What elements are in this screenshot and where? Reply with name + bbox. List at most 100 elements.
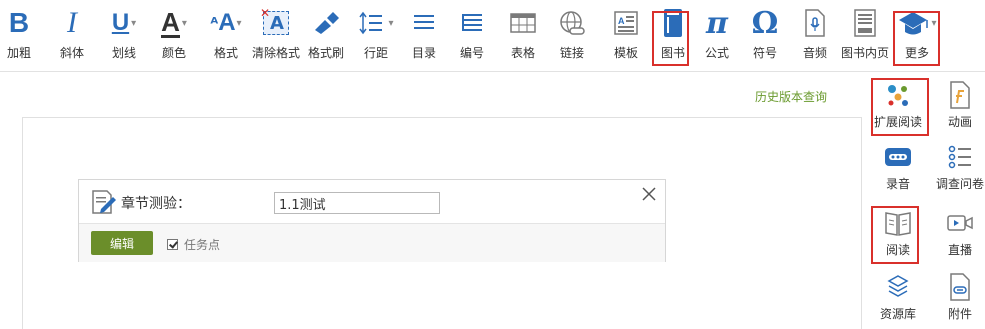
- formula-button[interactable]: π 公式: [697, 4, 737, 68]
- clear-format-icon: A ✕: [256, 4, 296, 42]
- dropdown-arrow-icon: ▾: [931, 17, 937, 29]
- line-spacing-button[interactable]: ▾ 行距: [356, 4, 396, 68]
- format-button[interactable]: ᴬ A ▾ 格式: [206, 4, 246, 68]
- close-icon[interactable]: [639, 184, 659, 204]
- quiz-name-input[interactable]: 1.1测试: [274, 192, 440, 214]
- audio-file-icon: [795, 4, 835, 42]
- more-label: 更多: [904, 46, 929, 60]
- bold-button[interactable]: B 加粗: [2, 4, 36, 68]
- history-versions-link[interactable]: 历史版本查询: [755, 88, 827, 105]
- recorder-icon: [878, 142, 918, 172]
- red-x-icon: ✕: [260, 6, 271, 20]
- numbering-label: 编号: [459, 46, 484, 60]
- recording-button[interactable]: 录音: [868, 142, 928, 192]
- book-inner-page-button[interactable]: 图书内页: [838, 4, 892, 68]
- dropdown-arrow-icon: ▾: [236, 17, 242, 29]
- omega-icon: Ω: [745, 4, 785, 42]
- toc-icon: [404, 4, 444, 42]
- symbol-label: 符号: [752, 46, 777, 60]
- toc-button[interactable]: 目录: [404, 4, 444, 68]
- line-spacing-icon: ▾: [356, 4, 396, 42]
- underline-button[interactable]: U ▾ 划线: [104, 4, 144, 68]
- font-color-label: 颜色: [161, 46, 186, 60]
- quiz-card-footer: 编辑 任务点: [79, 224, 665, 262]
- animation-file-icon: [940, 80, 980, 110]
- quiz-edit-icon: [92, 190, 116, 214]
- brush-icon: [306, 4, 346, 42]
- underline-glyph: U: [111, 9, 130, 36]
- recording-label: 录音: [885, 177, 910, 191]
- font-color-button[interactable]: A ▾ 颜色: [154, 4, 194, 68]
- dropdown-arrow-icon: ▾: [181, 17, 187, 29]
- italic-button[interactable]: I 斜体: [52, 4, 92, 68]
- numbering-button[interactable]: 编号: [452, 4, 492, 68]
- resource-library-label: 资源库: [879, 307, 916, 321]
- template-label: 模板: [613, 46, 638, 60]
- symbol-button[interactable]: Ω 符号: [745, 4, 785, 68]
- dropdown-arrow-icon: ▾: [388, 17, 394, 29]
- audio-label: 音频: [802, 46, 827, 60]
- task-point-checkbox-wrap[interactable]: 任务点: [167, 236, 220, 253]
- globe-link-icon: [552, 4, 592, 42]
- survey-list-icon: [940, 142, 980, 172]
- quiz-card-header: 章节测验： 1.1测试: [79, 180, 665, 224]
- attachment-button[interactable]: 附件: [930, 272, 985, 322]
- pi-glyph: π: [706, 5, 728, 41]
- animation-label: 动画: [947, 115, 972, 129]
- bold-glyph: B: [8, 7, 30, 38]
- task-point-label: 任务点: [184, 238, 221, 252]
- book-inner-page-label: 图书内页: [840, 46, 889, 60]
- survey-button[interactable]: 调查问卷: [930, 142, 985, 192]
- format-small-glyph: ᴬ: [210, 13, 219, 33]
- format-label: 格式: [213, 46, 238, 60]
- book-button[interactable]: 图书: [653, 4, 693, 68]
- underline-label: 划线: [111, 46, 136, 60]
- format-brush-button[interactable]: 格式刷: [304, 4, 348, 68]
- live-label: 直播: [947, 243, 972, 257]
- italic-glyph: I: [67, 6, 77, 39]
- extended-reading-button[interactable]: 扩展阅读: [868, 80, 928, 130]
- link-label: 链接: [559, 46, 584, 60]
- resource-library-icon: [878, 272, 918, 302]
- format-glyph: A: [218, 9, 236, 36]
- resource-library-button[interactable]: 资源库: [868, 272, 928, 322]
- link-button[interactable]: 链接: [552, 4, 592, 68]
- graduation-cap-icon: ▾: [897, 4, 937, 42]
- extended-reading-label: 扩展阅读: [873, 115, 922, 129]
- line-spacing-label: 行距: [363, 46, 388, 60]
- video-camera-icon: [940, 208, 980, 238]
- audio-button[interactable]: 音频: [795, 4, 835, 68]
- italic-label: 斜体: [59, 46, 84, 60]
- font-color-icon: A ▾: [154, 4, 194, 42]
- italic-icon: I: [52, 4, 92, 42]
- book-icon: [653, 4, 693, 42]
- dropdown-arrow-icon: ▾: [131, 17, 137, 29]
- more-button[interactable]: ▾ 更多: [897, 4, 937, 68]
- table-label: 表格: [510, 46, 535, 60]
- animation-button[interactable]: 动画: [930, 80, 985, 130]
- underline-icon: U ▾: [104, 4, 144, 42]
- bold-icon: B: [0, 4, 39, 42]
- template-icon: A: [606, 4, 646, 42]
- pi-icon: π: [697, 4, 737, 42]
- clear-glyph: A: [270, 13, 284, 34]
- reading-button[interactable]: 阅读: [868, 208, 928, 258]
- book-page-icon: [845, 4, 885, 42]
- quiz-title-label: 章节测验：: [121, 196, 191, 212]
- attachment-label: 附件: [947, 307, 972, 321]
- reading-label: 阅读: [885, 243, 910, 257]
- bold-label: 加粗: [6, 46, 31, 60]
- editor-toolbar: B 加粗 I 斜体 U ▾ 划线 A ▾ 颜色 ᴬ A ▾ 格式 A ✕ 清除格…: [0, 0, 985, 72]
- live-button[interactable]: 直播: [930, 208, 985, 258]
- chapter-quiz-card: 章节测验： 1.1测试 编辑 任务点: [78, 179, 666, 262]
- formula-label: 公式: [704, 46, 729, 60]
- open-book-icon: [878, 208, 918, 238]
- clear-format-label: 清除格式: [252, 46, 301, 60]
- svg-text:A: A: [618, 16, 625, 26]
- clear-format-button[interactable]: A ✕ 清除格式: [252, 4, 300, 68]
- template-button[interactable]: A 模板: [606, 4, 646, 68]
- table-button[interactable]: 表格: [503, 4, 543, 68]
- task-point-checkbox[interactable]: [167, 239, 178, 250]
- edit-button[interactable]: 编辑: [91, 231, 153, 255]
- molecule-icon: [878, 80, 918, 110]
